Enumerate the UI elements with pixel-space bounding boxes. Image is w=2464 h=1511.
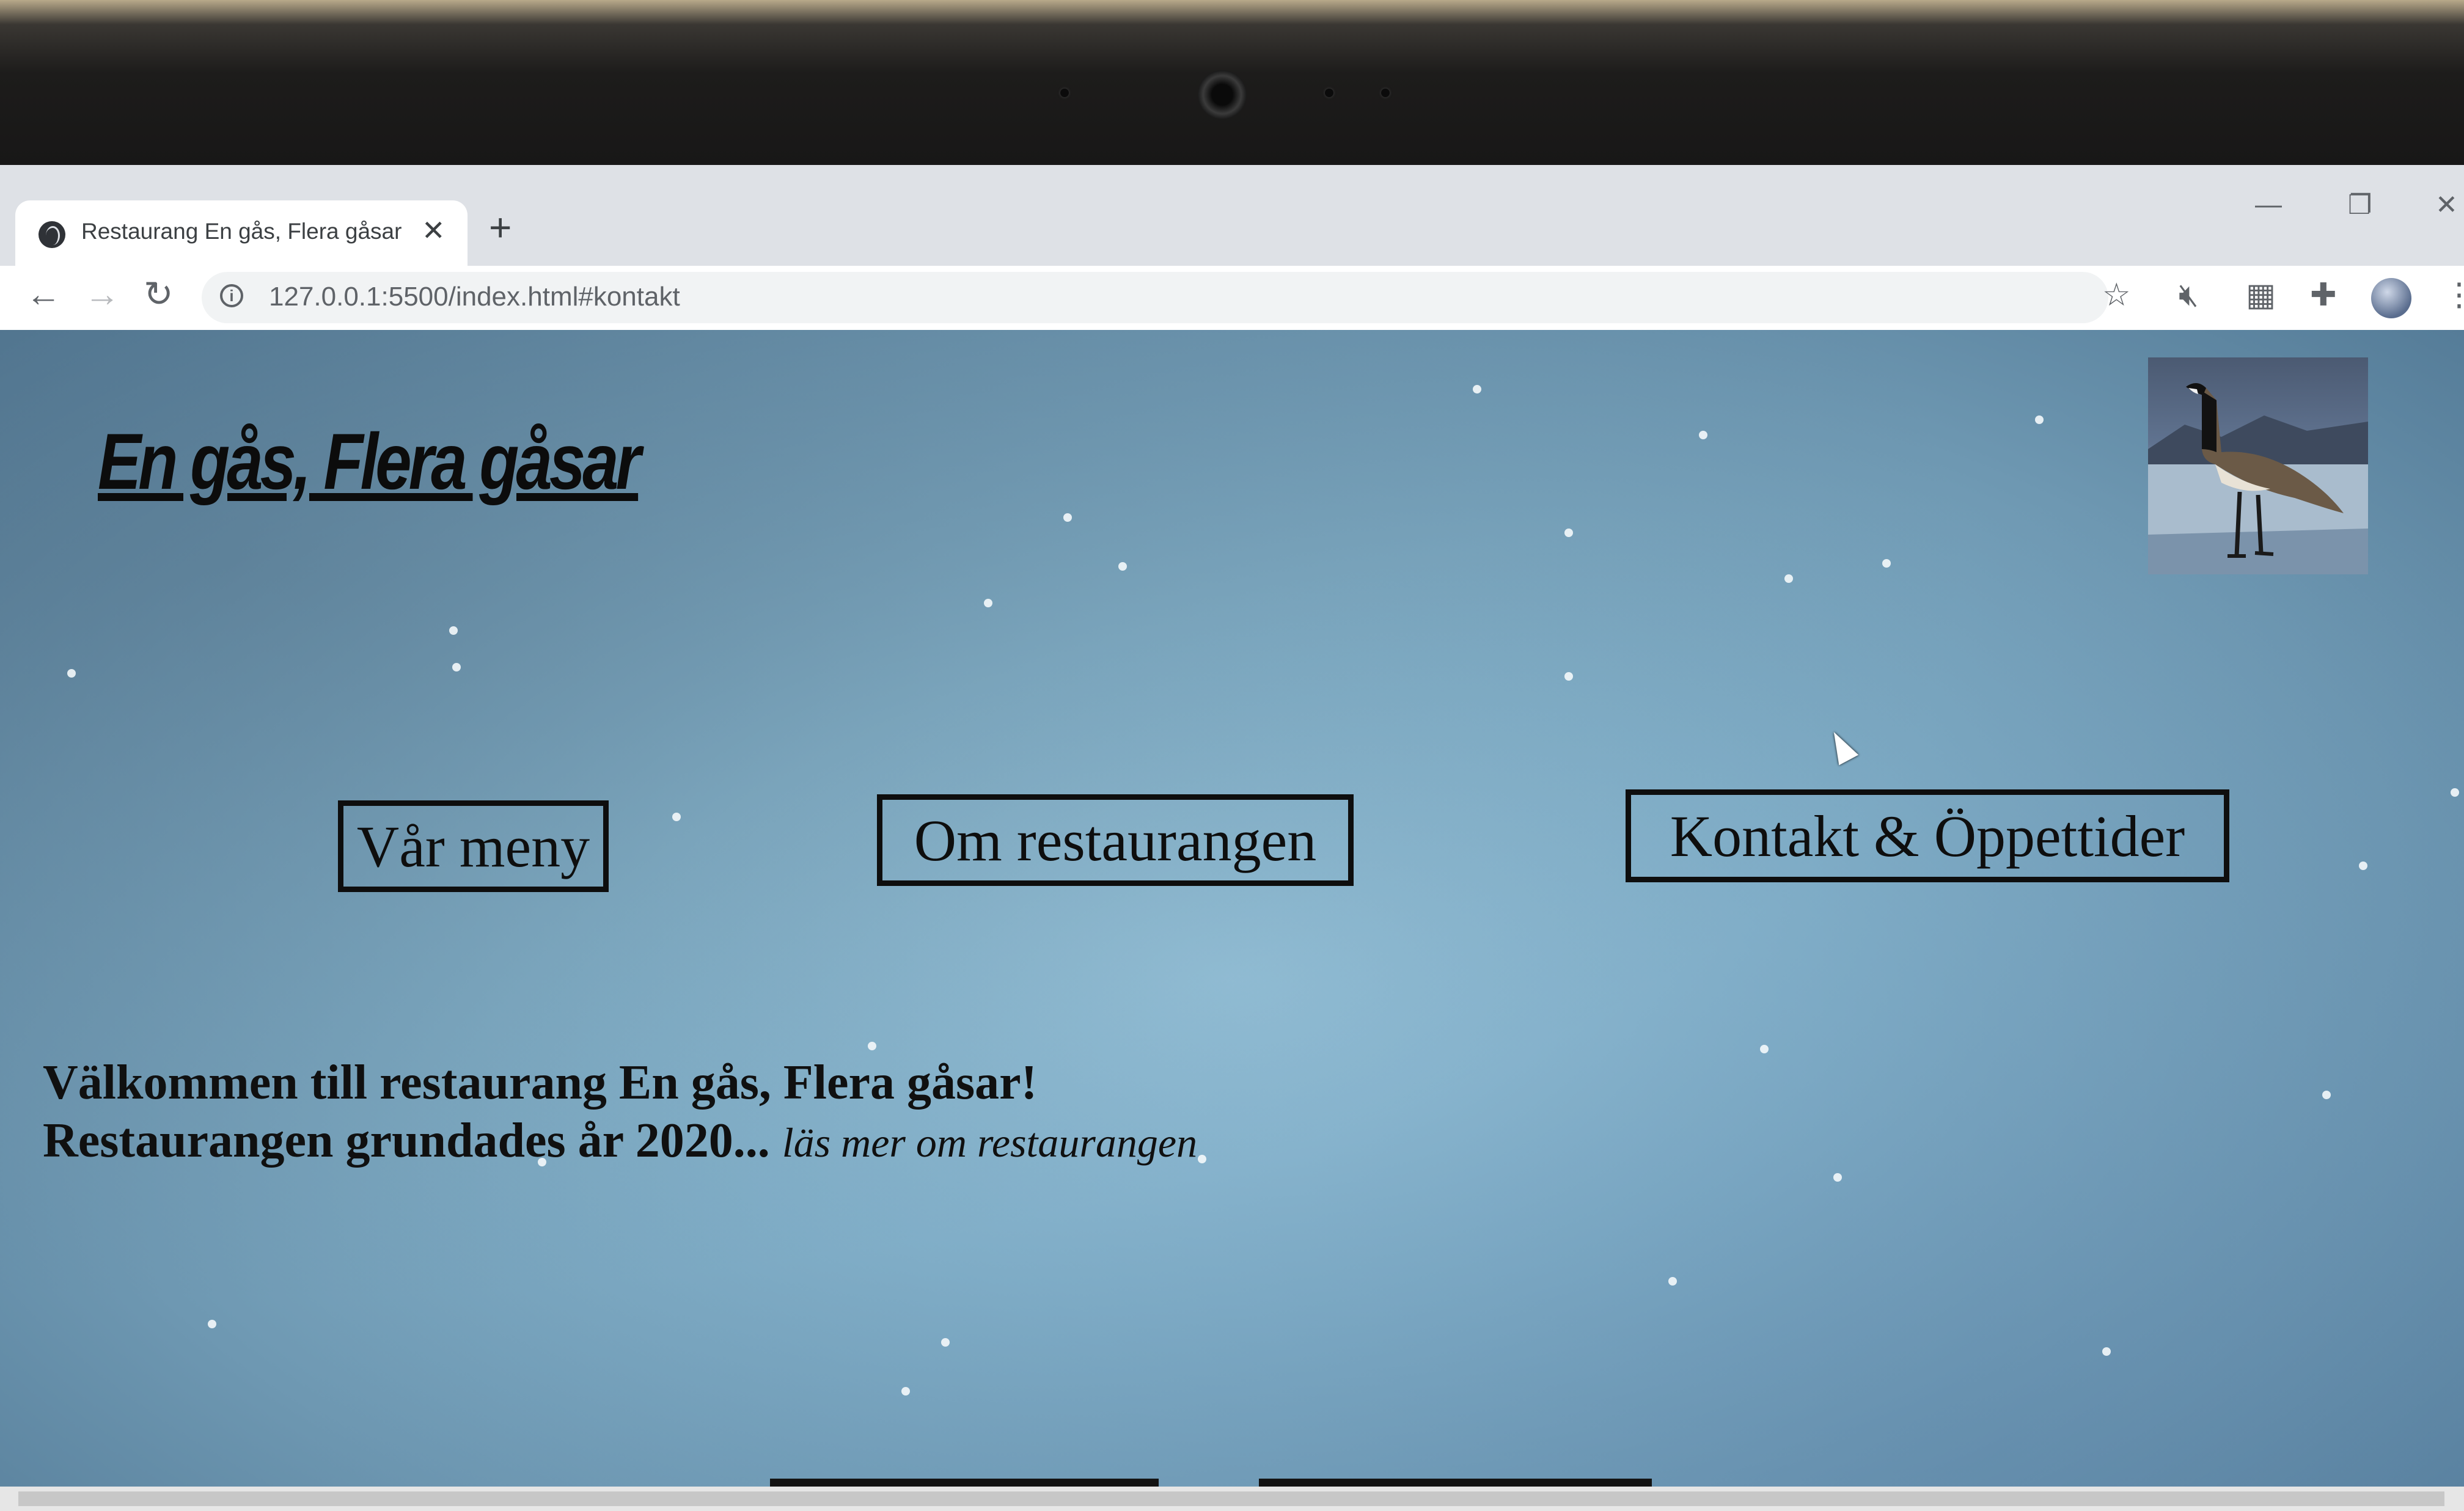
back-button[interactable]: ← [26,277,61,312]
tab-active[interactable]: Restaurang En gås, Flera gåsar ✕ [15,200,468,269]
goose-photo [2148,357,2368,574]
sensor-dot [1060,89,1069,97]
menu-icon[interactable]: ⋮ [2443,279,2464,311]
nav-link-about[interactable]: Om restaurangen [877,794,1354,886]
nav-link-menu[interactable]: Vår meny [338,800,609,892]
minimize-button[interactable]: — [2255,189,2282,220]
tab-title: Restaurang En gås, Flera gåsar [81,219,402,244]
close-tab-icon[interactable]: ✕ [422,214,446,247]
info-icon[interactable]: i [220,284,243,307]
sensor-dot [1325,89,1333,97]
nav-link-contact[interactable]: Kontakt & Öppettider [1626,789,2229,882]
close-window-button[interactable]: ✕ [2435,189,2458,221]
restore-button[interactable]: ❐ [2348,189,2372,221]
reload-button[interactable]: ↻ [144,277,174,312]
star-icon[interactable]: ☆ [2102,279,2131,311]
welcome-text: Välkommen till restaurang En gås, Flera … [43,1054,1197,1172]
browser-window: Restaurang En gås, Flera gåsar ✕ + — ❐ ✕… [0,165,2464,1511]
read-more-link[interactable]: läs mer om restaurangen [782,1119,1197,1166]
new-tab-button[interactable]: + [489,208,512,247]
browser-toolbar: ← → ↻ i 127.0.0.1:5500/index.html#kontak… [0,266,2464,331]
mouse-cursor-icon [1824,726,1859,766]
tab-strip: Restaurang En gås, Flera gåsar ✕ + — ❐ ✕ [0,165,2464,269]
goose-icon [2148,382,2368,574]
mute-icon[interactable]: 🔇︎ [2179,279,2199,311]
founded-text: Restaurangen grundades år 2020... [43,1114,770,1168]
globe-icon [38,221,65,248]
page-viewport: En gås, Flera gåsar Vår meny Om restaura… [0,330,2464,1511]
address-bar[interactable]: i 127.0.0.1:5500/index.html#kontakt [202,272,2108,323]
horizontal-scrollbar[interactable] [0,1487,2464,1511]
scrollbar-thumb[interactable] [18,1491,2444,1506]
profile-avatar[interactable] [2371,278,2411,318]
extensions-icon[interactable]: ✚ [2310,279,2337,311]
sensor-dot [1381,89,1390,97]
forward-button[interactable]: → [84,277,120,312]
welcome-subtext: Restaurangen grundades år 2020... läs me… [43,1112,1197,1172]
grid-icon[interactable]: ▦ [2246,279,2276,311]
welcome-heading: Välkommen till restaurang En gås, Flera … [43,1056,1038,1110]
site-title[interactable]: En gås, Flera gåsar [98,415,641,507]
url-text[interactable]: 127.0.0.1:5500/index.html#kontakt [269,282,680,312]
webcam [1198,70,1247,119]
